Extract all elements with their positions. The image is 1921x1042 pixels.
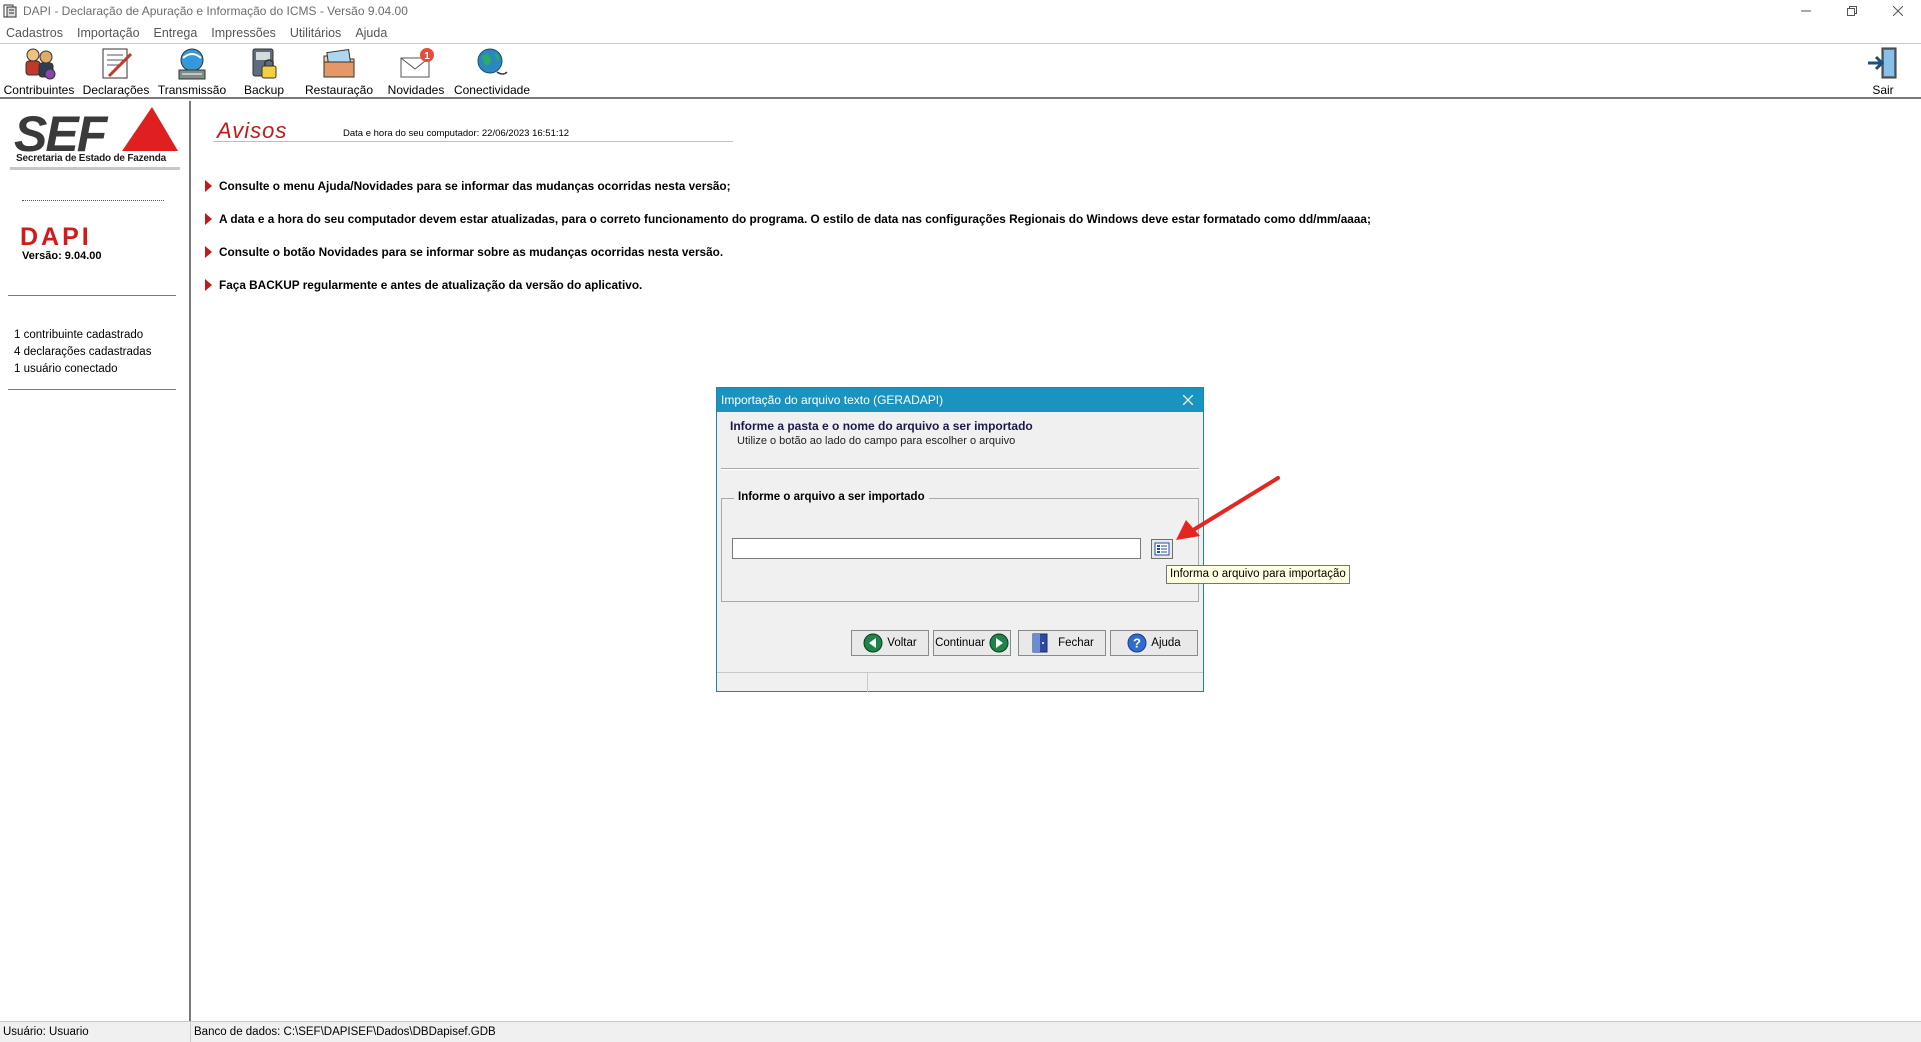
status-database: Banco de dados: C:\SEF\DAPISEF\Dados\DBD… xyxy=(194,1026,496,1038)
menu-bar: Cadastros Importação Entrega Impressões … xyxy=(0,22,1921,44)
toolbar: Contribuintes Declarações Transmissão Ba… xyxy=(0,44,1921,99)
stat-usuarios: 1 usuário conectado xyxy=(14,363,118,375)
fechar-label: Fechar xyxy=(1058,637,1094,649)
import-dialog: Importação do arquivo texto (GERADAPI) I… xyxy=(716,387,1204,692)
transmissao-label: Transmissão xyxy=(157,83,227,97)
contribuintes-button[interactable]: Contribuintes xyxy=(4,46,74,98)
ajuda-label: Ajuda xyxy=(1151,637,1181,649)
dialog-title-bar: Importação do arquivo texto (GERADAPI) xyxy=(717,388,1203,412)
notice-item: A data e a hora do seu computador devem … xyxy=(205,202,1371,235)
logo-divider xyxy=(10,167,180,170)
close-icon xyxy=(1183,395,1193,405)
door-close-icon xyxy=(1032,633,1048,653)
voltar-label: Voltar xyxy=(887,637,917,649)
notice-list: Consulte o menu Ajuda/Novidades para se … xyxy=(205,169,1371,301)
title-underline xyxy=(213,141,733,142)
sidebar-divider xyxy=(8,389,176,390)
notice-item: Consulte o menu Ajuda/Novidades para se … xyxy=(205,169,1371,202)
sair-label: Sair xyxy=(1872,83,1894,97)
transmission-icon xyxy=(178,48,206,80)
dialog-subheading: Utilize o botão ao lado do campo para es… xyxy=(737,435,1016,447)
dialog-status-bar xyxy=(717,672,1203,692)
novidades-label: Novidades xyxy=(387,83,445,97)
contribuintes-label: Contribuintes xyxy=(3,83,75,97)
close-window-button[interactable] xyxy=(1875,0,1921,22)
bullet-triangle-icon xyxy=(205,278,212,291)
app-version: Versão: 9.04.00 xyxy=(22,250,102,262)
dotted-divider xyxy=(22,200,164,201)
backup-icon xyxy=(252,48,277,79)
backup-button[interactable]: Backup xyxy=(240,46,288,98)
browse-file-icon xyxy=(1154,542,1170,556)
minimize-button[interactable] xyxy=(1783,0,1829,22)
fechar-button[interactable]: Fechar xyxy=(1018,630,1106,656)
window-controls xyxy=(1783,0,1921,22)
file-group-label: Informe o arquivo a ser importado xyxy=(734,491,929,503)
stats-list: 1 contribuinte cadastrado 4 declarações … xyxy=(14,327,151,378)
menu-importacao[interactable]: Importação xyxy=(77,26,140,40)
sair-button[interactable]: Sair xyxy=(1864,46,1902,98)
restore-folder-icon xyxy=(323,48,355,78)
menu-ajuda[interactable]: Ajuda xyxy=(355,26,387,40)
app-icon xyxy=(3,4,17,18)
menu-impressoes[interactable]: Impressões xyxy=(211,26,276,40)
notice-item: Consulte o botão Novidades para se infor… xyxy=(205,235,1371,268)
novidades-badge: 1 xyxy=(424,51,430,62)
voltar-button[interactable]: Voltar xyxy=(851,630,929,656)
browse-tooltip: Informa o arquivo para importação xyxy=(1166,565,1350,584)
browse-file-button[interactable] xyxy=(1151,539,1173,559)
close-icon xyxy=(1893,6,1903,16)
computer-datetime: Data e hora do seu computador: 22/06/202… xyxy=(343,128,570,139)
stat-contribuintes: 1 contribuinte cadastrado xyxy=(14,329,144,341)
status-bar: Usuário: Usuario Banco de dados: C:\SEF\… xyxy=(0,1021,1921,1042)
conectividade-button[interactable]: Conectividade xyxy=(453,46,531,98)
declaracoes-label: Declarações xyxy=(82,83,150,97)
ajuda-button[interactable]: ? Ajuda xyxy=(1110,630,1198,656)
transmissao-button[interactable]: Transmissão xyxy=(157,46,227,98)
app-name: DAPI xyxy=(20,223,92,251)
continuar-button[interactable]: Continuar xyxy=(933,630,1011,656)
dialog-close-button[interactable] xyxy=(1179,391,1197,409)
novidades-button[interactable]: 1 Novidades xyxy=(388,46,444,98)
continuar-label: Continuar xyxy=(935,637,985,649)
globe-icon xyxy=(477,48,508,75)
status-user: Usuário: Usuario xyxy=(3,1026,89,1038)
svg-text:?: ? xyxy=(1133,636,1141,651)
dialog-divider xyxy=(721,468,1199,470)
window-title: DAPI - Declaração de Apuração e Informaç… xyxy=(23,4,408,18)
bullet-triangle-icon xyxy=(205,179,212,192)
annotation-arrow-icon xyxy=(1176,476,1280,540)
people-icon xyxy=(25,48,56,80)
arrow-right-icon xyxy=(989,633,1009,653)
mail-notification-icon: 1 xyxy=(400,48,434,78)
restauracao-button[interactable]: Restauração xyxy=(304,46,374,98)
restore-button[interactable] xyxy=(1829,0,1875,22)
backup-label: Backup xyxy=(243,83,285,97)
dialog-title: Importação do arquivo texto (GERADAPI) xyxy=(721,393,944,407)
minimize-icon xyxy=(1801,10,1811,12)
document-pen-icon xyxy=(102,48,133,79)
menu-cadastros[interactable]: Cadastros xyxy=(6,26,63,40)
conectividade-label: Conectividade xyxy=(453,83,531,97)
sef-subtitle: Secretaria de Estado de Fazenda xyxy=(16,153,166,164)
stat-declaracoes: 4 declarações cadastradas xyxy=(14,346,152,358)
help-icon: ? xyxy=(1127,633,1147,653)
menu-utilitarios[interactable]: Utilitários xyxy=(290,26,341,40)
restauracao-label: Restauração xyxy=(304,83,374,97)
bullet-triangle-icon xyxy=(205,245,212,258)
declaracoes-button[interactable]: Declarações xyxy=(82,46,150,98)
sidebar-divider xyxy=(8,295,176,296)
title-bar: DAPI - Declaração de Apuração e Informaç… xyxy=(0,0,1921,22)
sidebar: SEF Secretaria de Estado de Fazenda DAPI… xyxy=(0,101,191,1021)
restore-icon xyxy=(1847,6,1857,16)
dialog-heading: Informe a pasta e o nome do arquivo a se… xyxy=(730,419,1033,433)
notice-item: Faça BACKUP regularmente e antes de atua… xyxy=(205,268,1371,301)
bullet-triangle-icon xyxy=(205,212,212,225)
arrow-left-icon xyxy=(863,633,883,653)
exit-door-icon xyxy=(1868,47,1897,79)
file-path-input[interactable] xyxy=(732,538,1141,559)
menu-entrega[interactable]: Entrega xyxy=(154,26,198,40)
